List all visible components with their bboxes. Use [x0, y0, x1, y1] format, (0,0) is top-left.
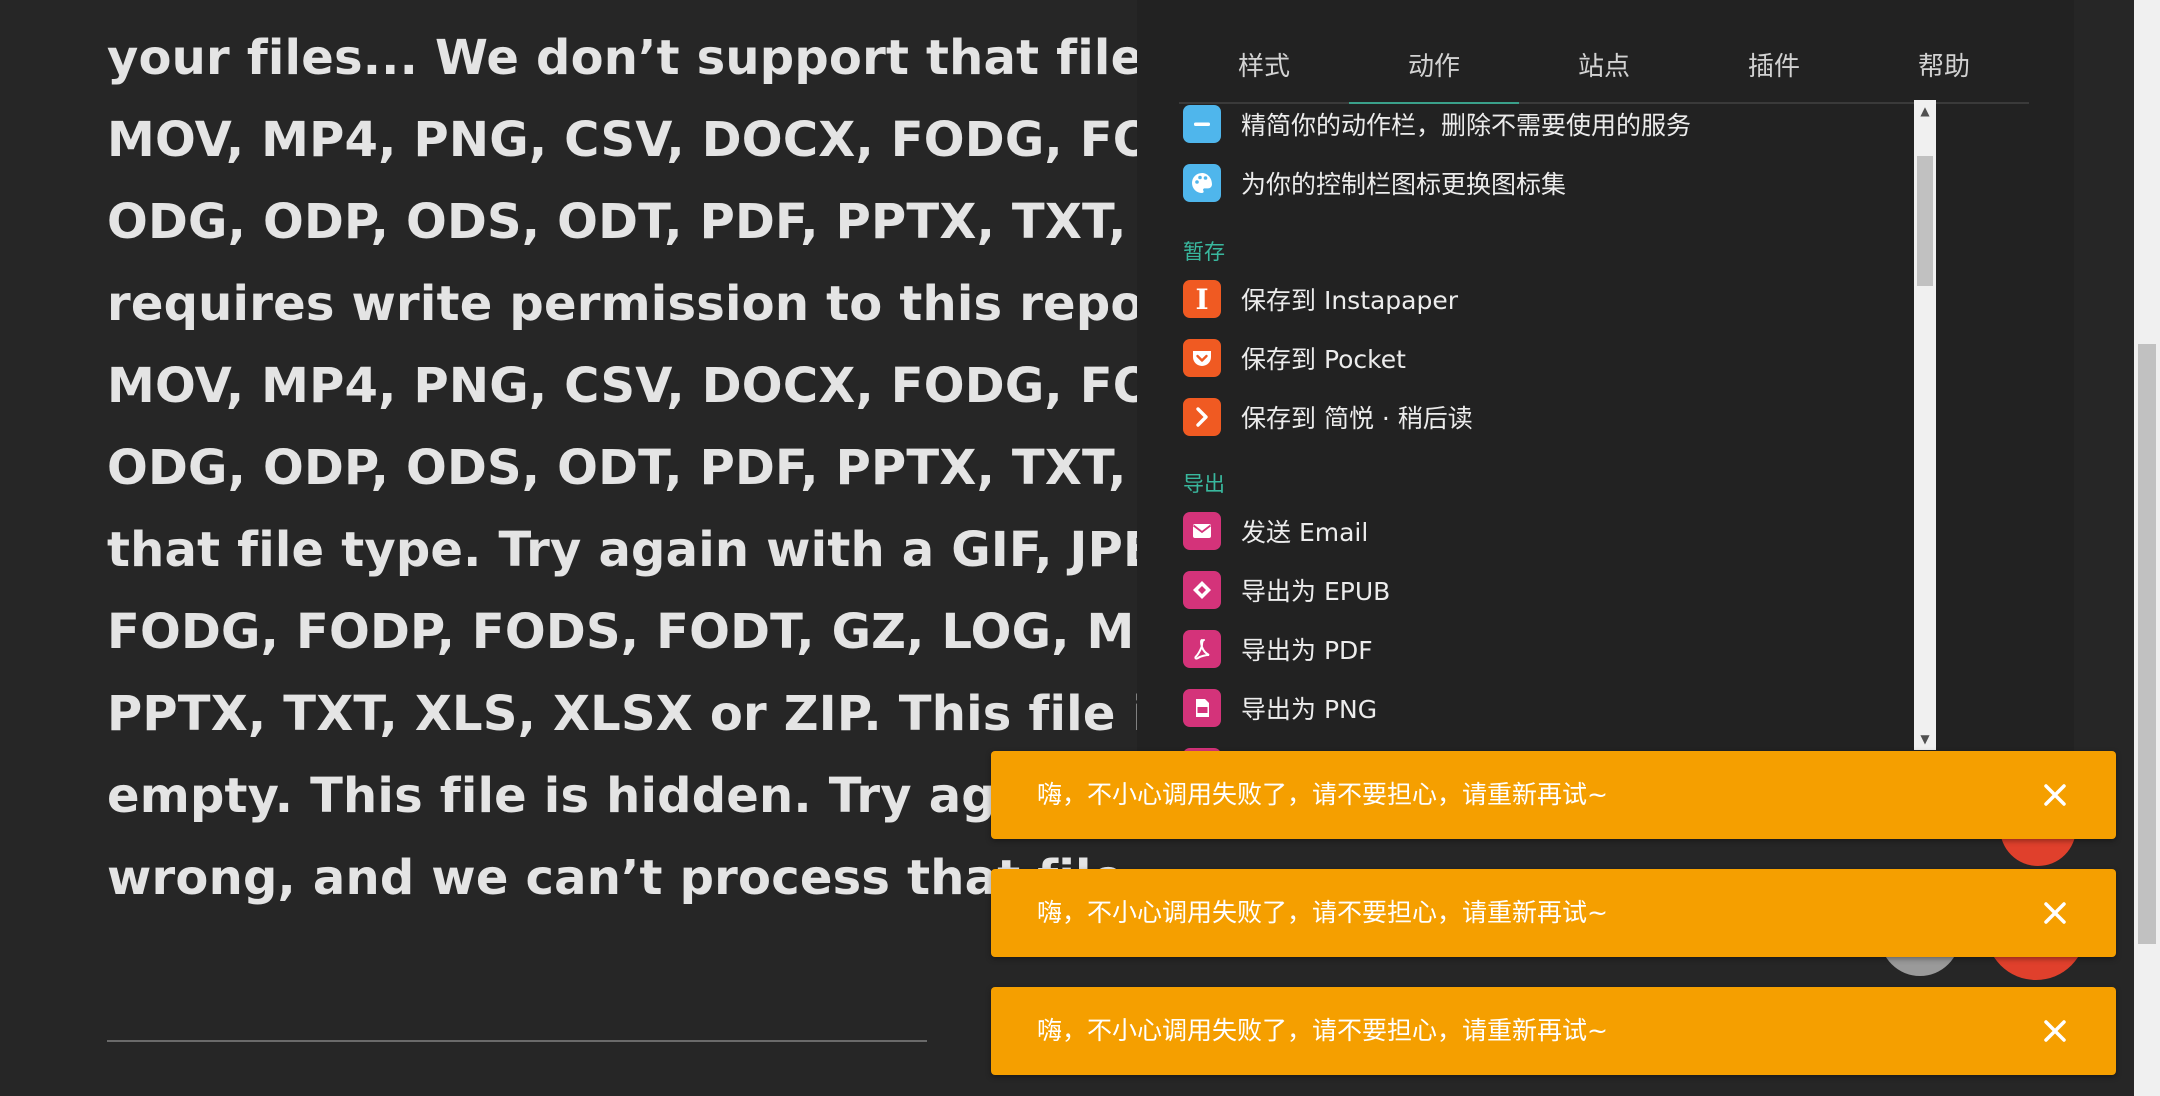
error-toast: 嗨，不小心调用失败了，请不要担心，请重新再试~: [991, 869, 2116, 957]
article-line: that file type. Try again with a GIF, JP…: [107, 522, 1140, 578]
toast-message: 嗨，不小心调用失败了，请不要担心，请重新再试~: [1037, 898, 1608, 927]
tab-plugins[interactable]: 插件: [1689, 36, 1859, 102]
section-header-save: 暂存: [1183, 240, 1225, 264]
action-item-pdf[interactable]: 导出为 PDF: [1183, 627, 1373, 671]
error-toast: 嗨，不小心调用失败了，请不要担心，请重新再试~: [991, 987, 2116, 1075]
toast-message: 嗨，不小心调用失败了，请不要担心，请重新再试~: [1037, 780, 1608, 809]
panel-tabs: 样式 动作 站点 插件 帮助: [1179, 36, 2029, 104]
article-divider: [107, 1040, 927, 1042]
epub-icon: [1183, 571, 1221, 609]
action-item-label: 导出为 PDF: [1241, 636, 1373, 665]
pocket-icon: [1183, 339, 1221, 377]
article-line: FODG, FODP, FODS, FODT, GZ, LOG, MD, ODG…: [107, 604, 1140, 660]
close-icon[interactable]: [2031, 889, 2079, 937]
action-item-label: 导出为 EPUB: [1241, 577, 1391, 606]
read-later-icon: [1183, 398, 1221, 436]
email-icon: [1183, 512, 1221, 550]
toast-message: 嗨，不小心调用失败了，请不要担心，请重新再试~: [1037, 1016, 1608, 1045]
action-item-label: 精简你的动作栏，删除不需要使用的服务: [1241, 111, 1692, 140]
section-header-export: 导出: [1183, 472, 1225, 496]
article-line: wrong, and we can’t process that file. T…: [107, 850, 1140, 906]
panel-scrollbar[interactable]: ▲ ▼: [1914, 100, 1936, 750]
close-icon[interactable]: [2031, 1007, 2079, 1055]
tab-actions[interactable]: 动作: [1349, 36, 1519, 104]
action-item-label: 保存到 简悦 · 稍后读: [1241, 404, 1473, 433]
action-item-pocket[interactable]: 保存到 Pocket: [1183, 336, 1406, 380]
article-line: ODG, ODP, ODS, ODT, PDF, PPTX, TXT, XLS,…: [107, 440, 1140, 496]
article-line: PPTX, TXT, XLS, XLSX or ZIP. This file i…: [107, 686, 1140, 742]
minus-icon: [1183, 105, 1221, 143]
close-icon[interactable]: [2031, 771, 2079, 819]
article-line: MOV, MP4, PNG, CSV, DOCX, FODG, FODP, FO…: [107, 358, 1140, 414]
article-line: MOV, MP4, PNG, CSV, DOCX, FODG, FODP, FO…: [107, 112, 1140, 168]
article-content: your files... We don’t support that file…: [0, 0, 1140, 1096]
action-item-label: 保存到 Pocket: [1241, 345, 1406, 374]
action-item-label: 为你的控制栏图标更换图标集: [1241, 170, 1567, 199]
action-item-simplify[interactable]: 精简你的动作栏，删除不需要使用的服务: [1183, 102, 1691, 146]
instapaper-icon: I: [1183, 280, 1221, 318]
action-item-instapaper[interactable]: I 保存到 Instapaper: [1183, 277, 1458, 321]
action-item-read-later[interactable]: 保存到 简悦 · 稍后读: [1183, 395, 1473, 439]
action-item-label: 发送 Email: [1241, 518, 1369, 547]
palette-icon: [1183, 164, 1221, 202]
action-item-label: 保存到 Instapaper: [1241, 286, 1459, 315]
scroll-down-arrow-icon[interactable]: ▼: [1914, 728, 1936, 750]
article-line: ODG, ODP, ODS, ODT, PDF, PPTX, TXT, XLS,…: [107, 194, 1140, 250]
tab-help[interactable]: 帮助: [1859, 36, 2029, 102]
article-line: requires write permission to this reposi…: [107, 276, 1140, 332]
article-line: your files... We don’t support that file…: [107, 30, 1140, 86]
action-item-email[interactable]: 发送 Email: [1183, 509, 1368, 553]
article-line: empty. This file is hidden. Try again wi…: [107, 768, 1140, 824]
page-scrollbar-thumb[interactable]: [2138, 344, 2156, 944]
png-icon: [1183, 689, 1221, 727]
page-scrollbar[interactable]: [2134, 0, 2160, 1096]
tab-style[interactable]: 样式: [1179, 36, 1349, 102]
panel-scrollbar-thumb[interactable]: [1917, 156, 1933, 286]
pdf-icon: [1183, 630, 1221, 668]
scroll-up-arrow-icon[interactable]: ▲: [1914, 100, 1936, 122]
action-item-epub[interactable]: 导出为 EPUB: [1183, 568, 1390, 612]
action-item-png[interactable]: 导出为 PNG: [1183, 686, 1377, 730]
tab-sites[interactable]: 站点: [1519, 36, 1689, 102]
error-toast: 嗨，不小心调用失败了，请不要担心，请重新再试~: [991, 751, 2116, 839]
action-item-iconset[interactable]: 为你的控制栏图标更换图标集: [1183, 161, 1566, 205]
action-item-label: 导出为 PNG: [1241, 695, 1378, 724]
